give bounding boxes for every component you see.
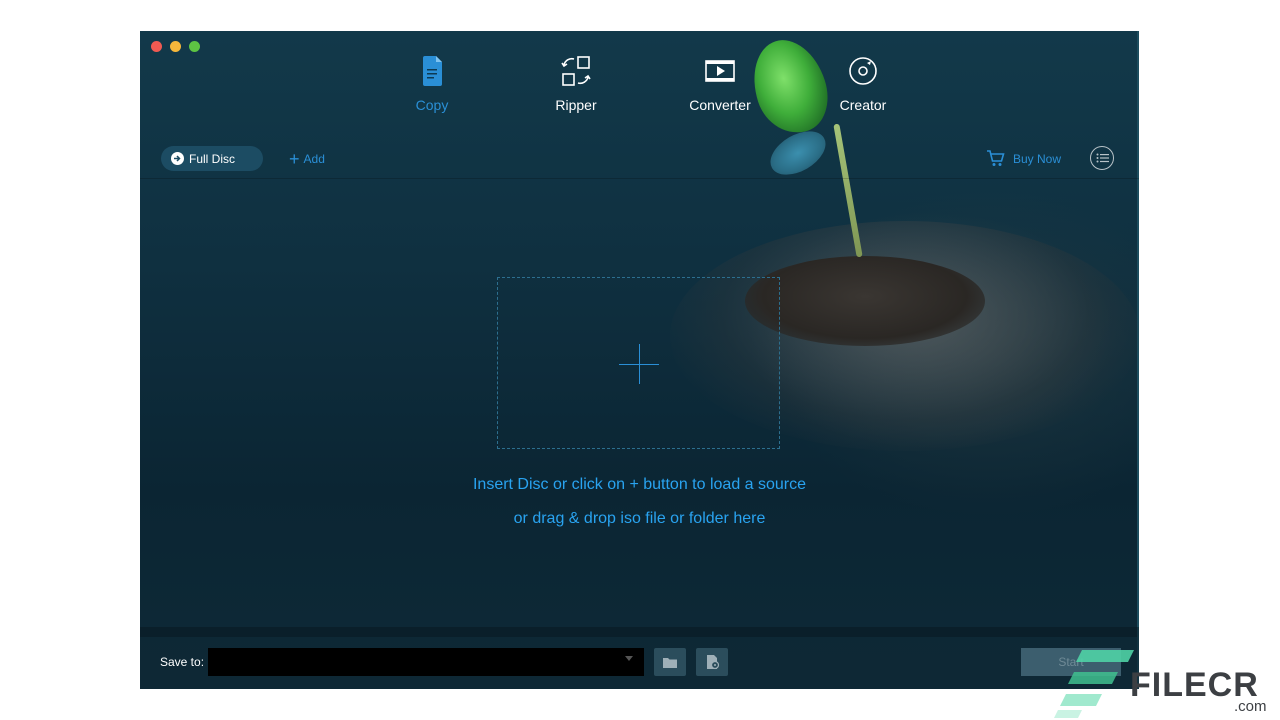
save-path-input[interactable]: [208, 648, 644, 676]
filecr-logo-icon: [1054, 650, 1134, 718]
plus-icon: +: [289, 148, 300, 169]
close-window-button[interactable]: [151, 41, 162, 52]
nav-tab-ripper-label: Ripper: [555, 97, 597, 113]
folder-icon: [663, 657, 677, 668]
traffic-lights: [151, 41, 200, 52]
load-source-hint: Insert Disc or click on + button to load…: [472, 476, 807, 493]
browse-folder-button[interactable]: [654, 648, 686, 676]
nav-tab-copy-label: Copy: [415, 97, 449, 113]
chevron-down-icon[interactable]: [625, 656, 633, 661]
menu-button[interactable]: [1090, 146, 1114, 170]
iso-output-button[interactable]: [696, 648, 728, 676]
buy-now-button[interactable]: Buy Now: [986, 146, 1061, 171]
creator-icon: [849, 57, 877, 85]
drag-drop-hint: or drag & drop iso file or folder here: [513, 510, 766, 527]
toolbar: Full Disc + Add Buy Now: [140, 146, 1139, 180]
minimize-window-button[interactable]: [170, 41, 181, 52]
background-soil-illustration: [745, 256, 985, 346]
disc-file-icon: [707, 655, 720, 670]
drop-plus-icon-vertical: [639, 344, 640, 384]
zoom-window-button[interactable]: [189, 41, 200, 52]
buy-now-label: Buy Now: [1013, 151, 1062, 166]
cart-icon: [987, 150, 1005, 166]
full-disc-button[interactable]: Full Disc: [161, 146, 263, 171]
nav-tab-converter[interactable]: Converter: [670, 53, 770, 113]
bottom-bar: Save to: Start: [140, 637, 1139, 689]
top-navigation: Copy Ripper Converter Creator: [140, 53, 1139, 133]
list-menu-icon: [1096, 153, 1109, 163]
arrow-right-circle-icon: [171, 152, 184, 165]
add-label: Add: [303, 151, 325, 166]
add-button[interactable]: + Add: [289, 146, 325, 171]
converter-icon: [705, 60, 735, 82]
filecr-domain-text: .com: [1234, 698, 1267, 715]
app-window: Copy Ripper Converter Creator Full Disc …: [140, 31, 1139, 689]
drop-zone[interactable]: [497, 277, 780, 449]
save-to-label: Save to:: [160, 655, 205, 669]
nav-tab-converter-label: Converter: [689, 97, 751, 113]
nav-tab-copy[interactable]: Copy: [382, 53, 482, 113]
toolbar-divider: [140, 178, 1139, 179]
full-disc-label: Full Disc: [189, 151, 236, 166]
copy-icon: [423, 56, 442, 86]
nav-tab-creator[interactable]: Creator: [813, 53, 913, 113]
nav-tab-creator-label: Creator: [839, 97, 887, 113]
filecr-watermark: FILECR .com: [1054, 648, 1280, 720]
nav-tab-ripper[interactable]: Ripper: [526, 53, 626, 113]
bottom-separator: [140, 627, 1139, 637]
ripper-icon: [561, 56, 591, 86]
